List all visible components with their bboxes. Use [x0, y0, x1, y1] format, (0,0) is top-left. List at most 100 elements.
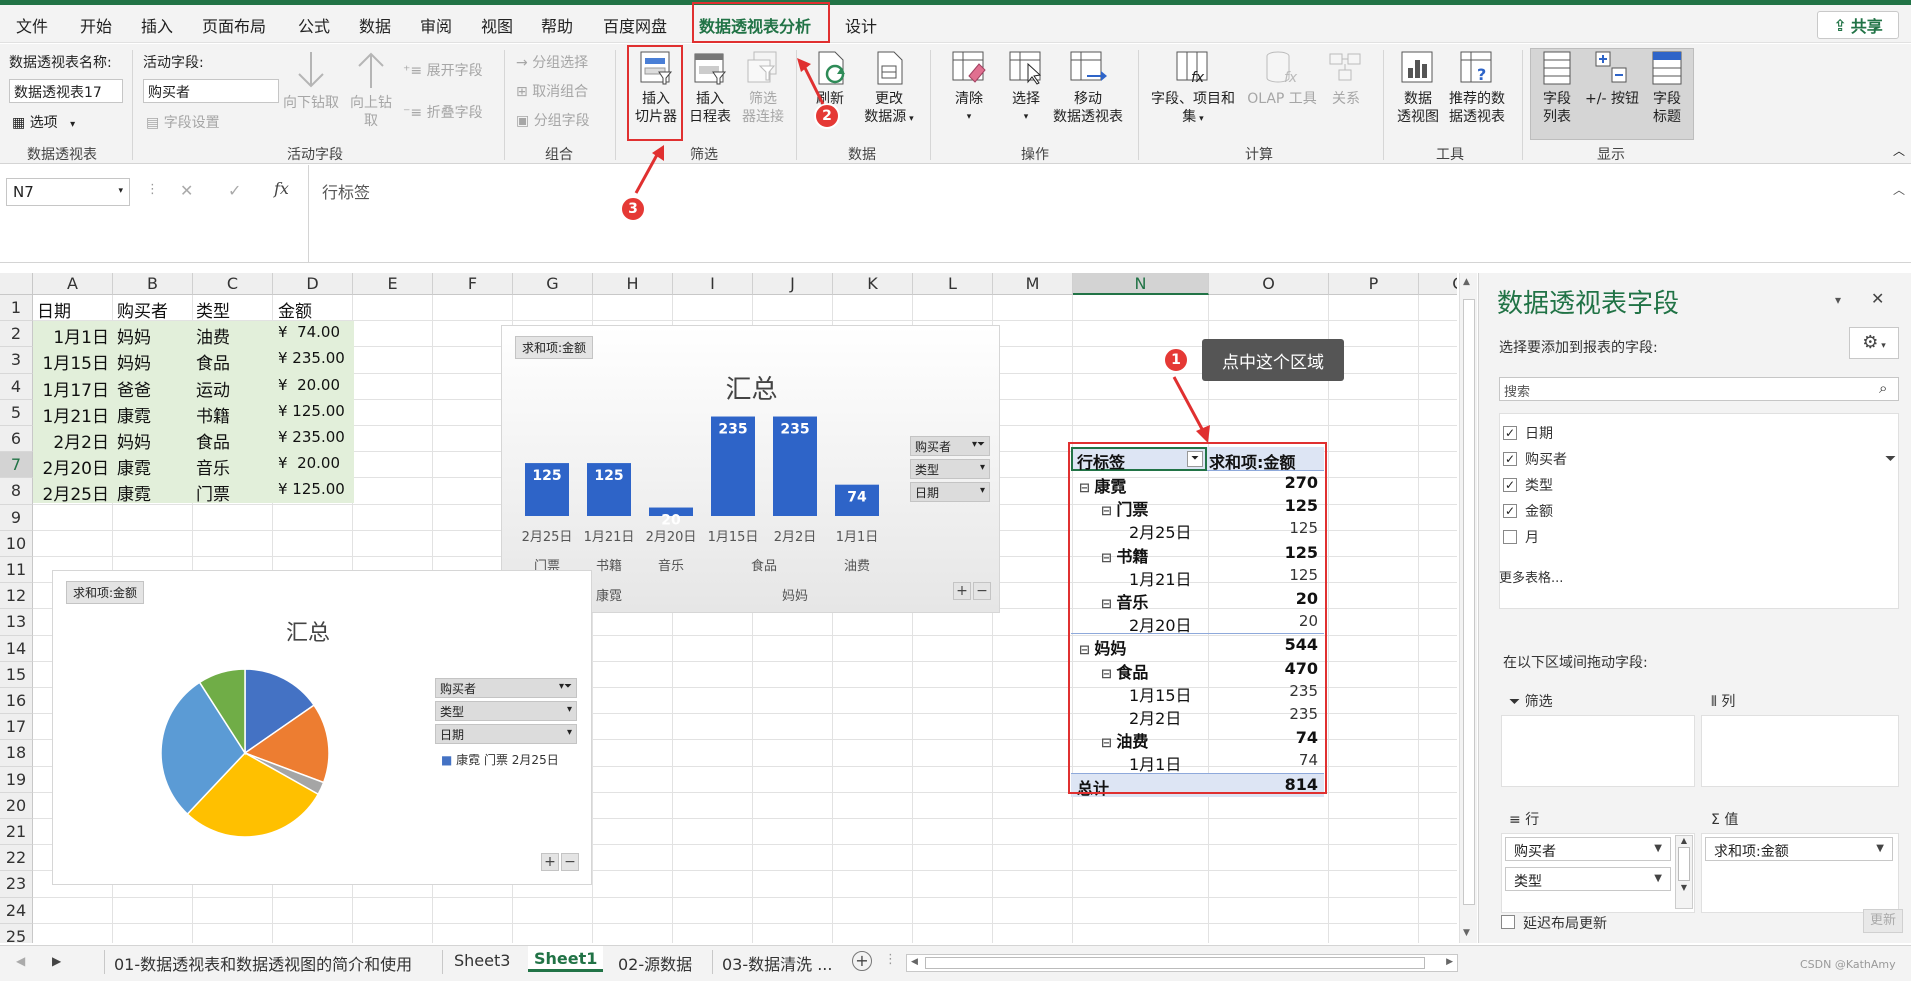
axis-field-button-type[interactable]: 类型 ▾	[910, 459, 990, 479]
row-header-16[interactable]: 16	[0, 688, 33, 715]
field-name[interactable]: 金额	[1525, 501, 1553, 521]
table-cell[interactable]: 妈妈	[117, 428, 151, 453]
select-all-corner[interactable]	[0, 273, 33, 295]
pivot-row-label[interactable]: ⊟ 书籍	[1101, 543, 1148, 567]
collapse-field-button[interactable]: ⁻≡ 折叠字段	[403, 102, 483, 122]
add-sheet-button[interactable]: +	[852, 951, 872, 971]
row-header-14[interactable]: 14	[0, 635, 33, 662]
pivot-value[interactable]: 125	[1289, 566, 1318, 584]
sheet-tab-intro[interactable]: 01-数据透视表和数据透视图的简介和使用	[108, 948, 418, 974]
filter-drop-area[interactable]	[1501, 715, 1695, 787]
expand-formula-icon[interactable]: ︿	[1893, 181, 1905, 198]
row-header-10[interactable]: 10	[0, 530, 33, 557]
pivot-row-label[interactable]: ⊟ 音乐	[1101, 589, 1148, 613]
rows-item-buyer[interactable]: 购买者 ▼	[1505, 837, 1671, 861]
table-cell[interactable]: 康霓	[117, 480, 151, 505]
rows-scrollbar[interactable]: ▲ ▼	[1675, 835, 1693, 909]
row-header-5[interactable]: 5	[0, 399, 33, 426]
scroll-down-icon[interactable]: ▼	[1676, 883, 1692, 892]
table-cell[interactable]: 妈妈	[117, 323, 151, 348]
collapse-toggle-icon[interactable]: ⊟	[1101, 504, 1116, 519]
axis-field-button-buyer[interactable]: 购买者 ▾⏷	[910, 436, 990, 456]
expand-field-button[interactable]: ⁺≡ 展开字段	[403, 60, 483, 80]
formula-content[interactable]: 行标签	[322, 179, 370, 203]
table-cell[interactable]: 2月25日	[33, 480, 109, 505]
table-cell[interactable]: 2月2日	[33, 428, 109, 453]
column-header-d[interactable]: D	[273, 273, 353, 295]
insert-function-icon[interactable]: fx	[274, 179, 289, 198]
table-cell[interactable]: 1月17日	[33, 376, 109, 401]
filter-connections-button[interactable]: 筛选 器连接	[737, 50, 789, 126]
update-button[interactable]: 更新	[1863, 909, 1903, 933]
options-button[interactable]: ▦ 选项 ▾	[12, 112, 75, 132]
table-cell[interactable]: ¥ 125.00	[278, 402, 350, 420]
share-button[interactable]: ⇪ 共享	[1817, 11, 1899, 39]
field-headers-toggle[interactable]: 字段 标题	[1642, 50, 1692, 126]
column-header-l[interactable]: L	[913, 273, 993, 295]
tab-help[interactable]: 帮助	[541, 13, 573, 37]
pivot-row-label[interactable]: ⊟ 食品	[1101, 659, 1148, 683]
pivot-value[interactable]: 125	[1285, 496, 1318, 515]
pivot-row-label[interactable]: ⊟ 妈妈	[1079, 635, 1126, 659]
active-field-input[interactable]: 购买者	[143, 79, 279, 103]
values-item-sum-amount[interactable]: 求和项:金额 ▼	[1705, 837, 1893, 861]
sheet-tab-data-cleaning[interactable]: 03-数据清洗 ...	[716, 948, 838, 974]
table-cell[interactable]: ¥ 20.00	[278, 376, 350, 394]
clear-button[interactable]: 清除 ▾	[943, 50, 995, 126]
axis-field-button-date[interactable]: 日期 ▾	[435, 724, 577, 744]
row-header-19[interactable]: 19	[0, 766, 33, 793]
collapse-toggle-icon[interactable]: ⊟	[1101, 667, 1116, 682]
scroll-left-icon[interactable]: ◀	[911, 957, 918, 967]
row-header-11[interactable]: 11	[0, 557, 33, 584]
row-filter-dropdown-icon[interactable]: ⏷	[1187, 451, 1203, 467]
pivot-value[interactable]: 74	[1296, 728, 1318, 747]
pivot-table[interactable]: 行标签 ⏷ 求和项:金额 ⊟ 康霓 270 ⊟ 门票 125 2月25日 125 ⊟ 书籍 125 1…	[1071, 447, 1324, 798]
pivot-value[interactable]: 270	[1285, 473, 1318, 492]
table-cell[interactable]: 爸爸	[117, 376, 151, 401]
relationships-button[interactable]: 关系	[1322, 50, 1370, 108]
tab-formulas[interactable]: 公式	[298, 13, 330, 37]
cancel-icon[interactable]: ✕	[180, 181, 193, 200]
row-header-4[interactable]: 4	[0, 373, 33, 400]
row-header-13[interactable]: 13	[0, 609, 33, 636]
table-cell[interactable]: 康霓	[117, 454, 151, 479]
pivot-value[interactable]: 544	[1285, 635, 1318, 654]
field-list-toggle[interactable]: 字段 列表	[1532, 50, 1582, 126]
pivot-row-labels-header[interactable]: 行标签	[1077, 449, 1125, 473]
tab-page-layout[interactable]: 页面布局	[202, 13, 266, 37]
tab-view[interactable]: 视图	[481, 13, 513, 37]
table-cell[interactable]: 食品	[196, 349, 230, 374]
pivot-row-label[interactable]: ⊟ 门票	[1101, 496, 1148, 520]
table-header-cell[interactable]: 购买者	[117, 297, 168, 322]
row-header-3[interactable]: 3	[0, 347, 33, 374]
field-checkbox[interactable]	[1503, 530, 1517, 544]
field-name[interactable]: 类型	[1525, 475, 1553, 495]
table-cell[interactable]: 妈妈	[117, 349, 151, 374]
column-header-h[interactable]: H	[593, 273, 673, 295]
scroll-down-icon[interactable]: ▼	[1463, 928, 1470, 938]
collapse-toggle-icon[interactable]: ⊟	[1079, 481, 1094, 496]
expand-field-plus-button[interactable]: +	[541, 853, 559, 871]
column-header-o[interactable]: O	[1209, 273, 1329, 295]
pivot-row-label[interactable]: 2月25日	[1129, 519, 1192, 543]
table-cell[interactable]: 门票	[196, 480, 230, 505]
pivot-row-label[interactable]: 1月21日	[1129, 566, 1192, 590]
columns-drop-area[interactable]	[1701, 715, 1899, 787]
row-header-15[interactable]: 15	[0, 661, 33, 688]
column-header-p[interactable]: P	[1329, 273, 1419, 295]
row-header-6[interactable]: 6	[0, 426, 33, 453]
row-header-7[interactable]: 7	[0, 452, 33, 479]
field-checkbox[interactable]: ✓	[1503, 478, 1517, 492]
collapse-toggle-icon[interactable]: ⊟	[1101, 551, 1116, 566]
table-cell[interactable]: 2月20日	[33, 454, 109, 479]
row-header-17[interactable]: 17	[0, 714, 33, 741]
column-header-c[interactable]: C	[193, 273, 273, 295]
tab-insert[interactable]: 插入	[141, 13, 173, 37]
pane-options-chevron-icon[interactable]: ▾	[1835, 293, 1841, 307]
tab-design[interactable]: 设计	[845, 13, 877, 37]
drill-up-button[interactable]: 向上钻 取	[343, 50, 399, 130]
column-header-g[interactable]: G	[513, 273, 593, 295]
table-cell[interactable]: 食品	[196, 428, 230, 453]
defer-update-checkbox[interactable]	[1501, 915, 1515, 929]
row-header-8[interactable]: 8	[0, 478, 33, 505]
